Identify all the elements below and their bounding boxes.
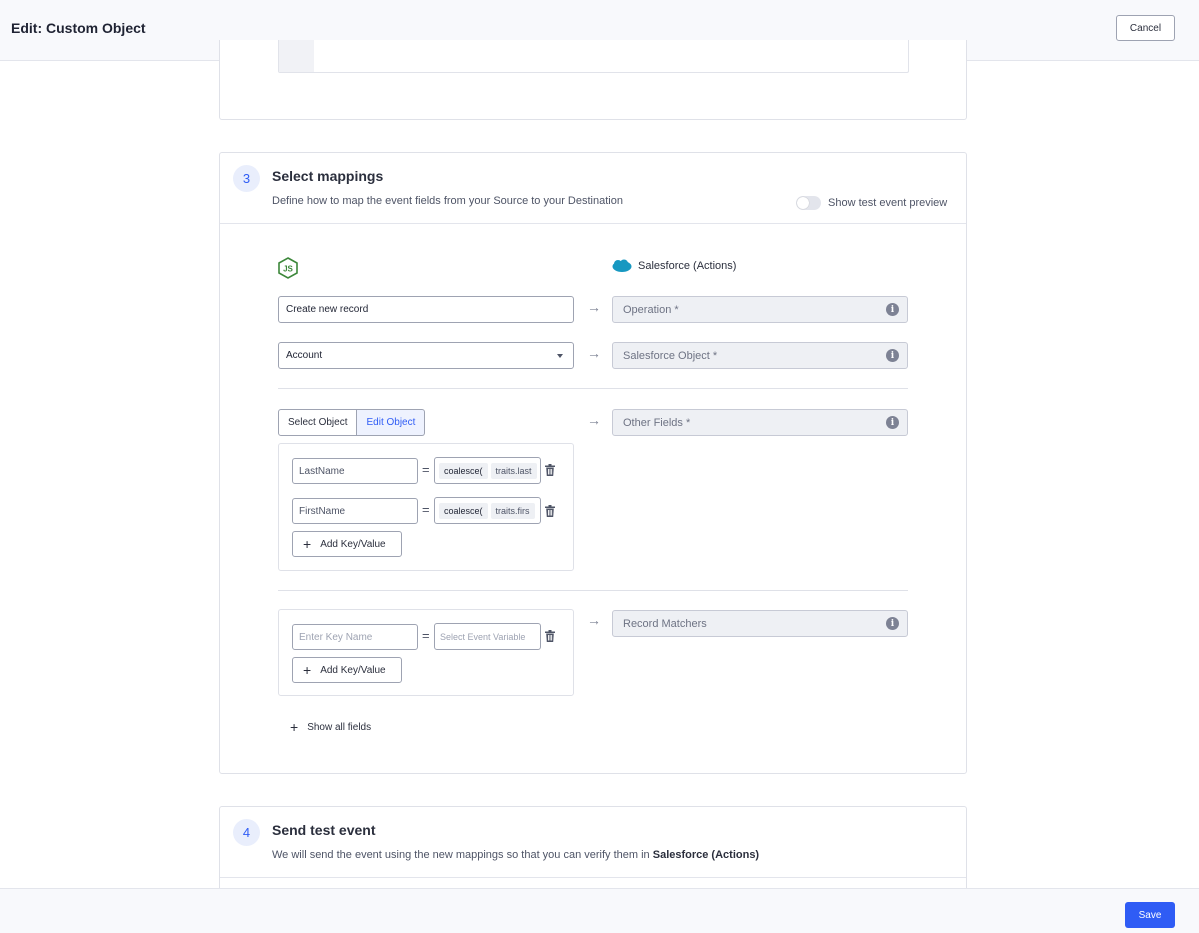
toggle-switch[interactable] [796,196,821,210]
divider [220,877,966,878]
plus-icon: + [290,719,299,735]
save-button[interactable]: Save [1125,902,1175,928]
select-mappings-card: 3 Select mappings Define how to map the … [219,152,967,774]
info-icon[interactable]: i [886,416,899,429]
object-mode-tabs: Select Object Edit Object [278,409,426,436]
key-input[interactable]: LastName [292,458,418,484]
info-icon[interactable]: i [886,349,899,362]
operation-select[interactable]: Create new record [278,296,574,323]
section-description: Define how to map the event fields from … [272,195,623,207]
add-key-value-button[interactable]: + Add Key/Value [292,531,402,557]
add-key-value-button[interactable]: + Add Key/Value [292,657,402,683]
editor-gutter [279,40,314,72]
section-title: Send test event [272,822,376,838]
info-icon[interactable]: i [886,617,899,630]
show-all-label: Show all fields [307,721,372,733]
value-input[interactable]: coalesce( traits.last [434,457,541,484]
test-preview-toggle[interactable]: Show test event preview [796,196,947,210]
object-destination-field: Salesforce Object * i [612,342,908,369]
arrow-right-icon: → [587,612,601,628]
record-matchers-editor: Enter Key Name = Select Event Variable +… [278,609,574,696]
divider [278,590,908,591]
destination-field-label: Operation * [623,303,679,316]
equals-sign: = [422,502,430,517]
trash-icon[interactable] [545,630,555,642]
cancel-button[interactable]: Cancel [1116,15,1175,41]
arrow-right-icon: → [587,299,601,315]
tab-select-object[interactable]: Select Object [278,409,358,436]
operation-destination-field: Operation * i [612,296,908,323]
arrow-right-icon: → [587,345,601,361]
step-number: 4 [233,819,260,846]
add-button-label: Add Key/Value [320,664,386,676]
nodejs-icon: JS [278,257,298,284]
bottom-bar: Save [0,888,1199,933]
destination-name: Salesforce (Actions) [638,260,737,272]
tab-edit-object[interactable]: Edit Object [357,409,426,436]
function-token: coalesce( [439,502,488,519]
variable-token: traits.firs [490,502,535,519]
section-title: Select mappings [272,168,384,184]
key-value-editor: LastName = coalesce( traits.last FirstNa… [278,443,574,571]
arrow-right-icon: → [587,412,601,428]
info-icon[interactable]: i [886,303,899,316]
event-variable-input[interactable]: Select Event Variable [434,623,541,650]
code-editor[interactable] [278,40,909,73]
plus-icon: + [303,662,312,678]
operation-value: Create new record [286,304,369,315]
plus-icon: + [303,536,312,552]
key-name-input[interactable]: Enter Key Name [292,624,418,650]
destination-name: Salesforce (Actions) [652,849,760,861]
trash-icon[interactable] [545,464,555,476]
equals-sign: = [422,628,430,643]
trash-icon[interactable] [545,505,555,517]
object-value: Account [286,350,323,361]
key-input[interactable]: FirstName [292,498,418,524]
destination-header: Salesforce (Actions) [612,259,736,273]
caret-down-icon [557,354,563,358]
page-title: Edit: Custom Object [11,20,146,36]
destination-field-label: Other Fields * [623,416,691,429]
toggle-label: Show test event preview [828,197,948,209]
svg-text:JS: JS [283,265,293,274]
send-test-event-card: 4 Send test event We will send the event… [219,806,967,896]
function-token: coalesce( [439,462,488,479]
section-description: We will send the event using the new map… [272,849,759,861]
destination-field-label: Record Matchers [623,617,707,630]
step-number: 3 [233,165,260,192]
destination-field-label: Salesforce Object * [623,349,718,362]
equals-sign: = [422,462,430,477]
salesforce-icon [612,259,632,272]
value-input[interactable]: coalesce( traits.firs [434,497,541,524]
previous-section-card [219,40,967,120]
object-select[interactable]: Account [278,342,574,369]
variable-token: traits.last [490,462,537,479]
record-matchers-destination-field: Record Matchers i [612,610,908,637]
add-button-label: Add Key/Value [320,538,386,550]
divider [220,223,966,224]
other-fields-destination-field: Other Fields * i [612,409,908,436]
show-all-fields-button[interactable]: + Show all fields [290,720,371,734]
description-text: We will send the event using the new map… [272,849,653,861]
divider [278,388,908,389]
